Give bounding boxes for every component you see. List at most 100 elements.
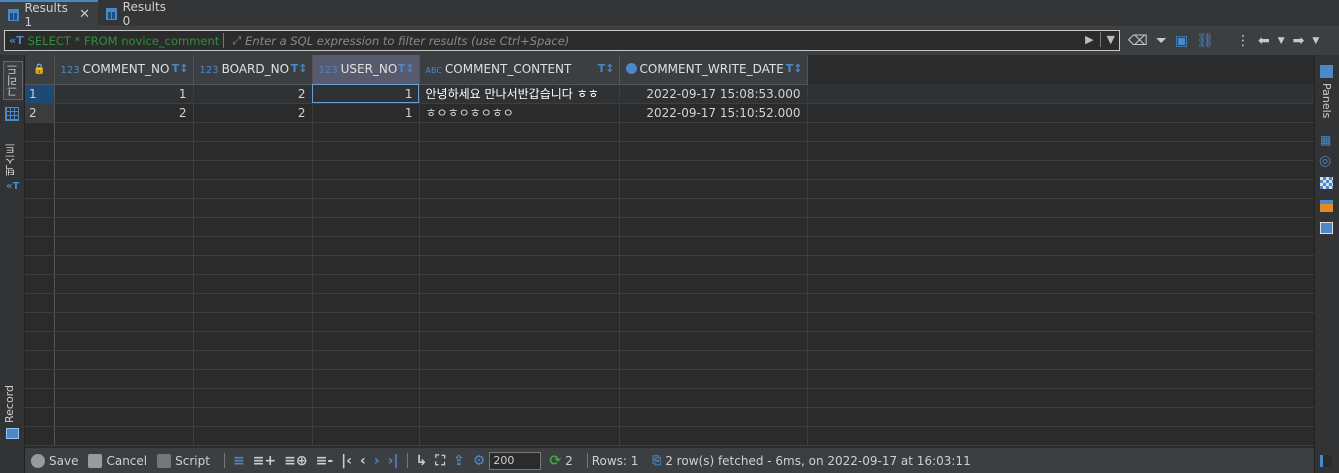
empty-cell (619, 312, 808, 332)
cell-user-no[interactable]: 1 (312, 84, 420, 104)
cell-comment-no[interactable]: 2 (54, 103, 194, 123)
edit-row-icon[interactable]: ≡ (233, 453, 245, 469)
empty-cell (54, 141, 194, 161)
fetch-size-input[interactable] (489, 451, 542, 470)
save-button[interactable]: Save (31, 453, 78, 468)
fetch-next-icon[interactable]: ↳ (416, 453, 428, 469)
empty-cell (807, 160, 1314, 180)
empty-cell (25, 426, 55, 446)
filter-settings-icon[interactable]: ▣ (1175, 33, 1188, 49)
grid-icon (106, 7, 117, 20)
empty-row (25, 312, 1314, 332)
settings-icon[interactable]: ⚙ (473, 453, 486, 469)
copy-row-icon[interactable]: ≡⊕ (284, 453, 307, 469)
cell-comment-content[interactable]: ㅎㅇㅎㅇㅎㅇㅎㅇ (419, 103, 620, 123)
cell-comment-write-date[interactable]: 2022-09-17 15:10:52.000 (619, 103, 808, 123)
tab-results-1[interactable]: Results 1 ✕ (0, 0, 98, 29)
metadata-icon[interactable] (1320, 200, 1333, 212)
header-filler (807, 55, 1314, 84)
empty-cell (312, 274, 420, 294)
statistics-icon[interactable]: ⎘ (652, 454, 661, 468)
filter-icon[interactable]: ⏷ (1156, 33, 1167, 49)
cancel-button[interactable]: Cancel (88, 453, 147, 468)
row-number[interactable]: 1 (25, 84, 55, 104)
filter-sort-icon[interactable]: T↕ (598, 62, 615, 75)
expand-icon[interactable]: ⤢ (232, 34, 241, 48)
forward-arrow-icon[interactable]: ➡ (1293, 33, 1305, 49)
cell-board-no[interactable]: 2 (193, 103, 313, 123)
first-page-icon[interactable]: |‹ (341, 453, 352, 469)
add-row-icon[interactable]: ≡+ (253, 453, 276, 469)
record-button[interactable]: Record (3, 385, 16, 423)
cell-comment-write-date[interactable]: 2022-09-17 15:08:53.000 (619, 84, 808, 104)
empty-cell (419, 331, 620, 351)
tab-results-0[interactable]: Results 0 (98, 0, 178, 28)
results-grid[interactable]: 🔒 123 COMMENT_NO T↕ 123 BOARD_NO T↕ 123 USER_… (25, 55, 1314, 448)
empty-cell (807, 312, 1314, 332)
link-icon[interactable]: ⛓ (1196, 33, 1214, 49)
text-view-button[interactable]: 텍스트 (3, 143, 19, 176)
filter-sort-icon[interactable]: T↕ (786, 62, 803, 75)
layout-toggle-icon[interactable] (1320, 455, 1332, 467)
cell-board-no[interactable]: 2 (193, 84, 313, 104)
close-icon[interactable]: ✕ (79, 7, 90, 22)
empty-row (25, 331, 1314, 351)
empty-cell (419, 122, 620, 142)
filter-input[interactable]: «T SELECT * FROM novice_comment ⤢ Enter … (4, 30, 1120, 51)
cell-comment-content[interactable]: 안녕하세요 만나서반갑습니다 ㅎㅎ (419, 84, 620, 104)
grid-view-button[interactable]: 그리드 (3, 61, 23, 100)
table-row[interactable]: 1 1 2 1 안녕하세요 만나서반갑습니다 ㅎㅎ 2022-09-17 15:… (25, 84, 1314, 104)
delete-row-icon[interactable]: ≡- (316, 453, 334, 469)
filter-sort-icon[interactable]: T↕ (398, 62, 415, 75)
column-header-comment-write-date[interactable]: COMMENT_WRITE_DATE T↕ (619, 55, 808, 85)
empty-cell (54, 217, 194, 237)
properties-icon[interactable]: ▦ (1320, 133, 1331, 147)
references-icon[interactable] (1320, 222, 1333, 234)
divider (406, 453, 408, 468)
cell-comment-no[interactable]: 1 (54, 84, 194, 104)
empty-cell (25, 160, 55, 180)
sql-icon: «T (9, 34, 24, 47)
empty-cell (193, 141, 313, 161)
filter-history-dropdown-icon[interactable]: ▼ (1107, 33, 1115, 46)
empty-cell (619, 274, 808, 294)
empty-cell (193, 388, 313, 408)
divider (1099, 32, 1101, 47)
empty-cell (312, 369, 420, 389)
next-icon[interactable]: › (374, 453, 380, 469)
panels-button[interactable]: Panels (1320, 83, 1333, 118)
cell-user-no[interactable]: 1 (312, 103, 420, 123)
empty-cell (619, 350, 808, 370)
empty-cell (25, 407, 55, 427)
column-header-comment-content[interactable]: ABC COMMENT_CONTENT T↕ (419, 55, 620, 85)
previous-icon[interactable]: ‹ (360, 453, 366, 469)
empty-cell (807, 179, 1314, 199)
refresh-icon[interactable]: ⟳ (549, 453, 561, 469)
table-row[interactable]: 2 2 2 1 ㅎㅇㅎㅇㅎㅇㅎㅇ 2022-09-17 15:10:52.000 (25, 103, 1314, 123)
column-header-user-no[interactable]: 123 USER_NO T↕ (312, 55, 420, 85)
empty-cell (54, 350, 194, 370)
calculator-icon[interactable]: ◎ (1319, 153, 1331, 169)
chevron-down-icon[interactable]: ▼ (1278, 36, 1285, 46)
empty-cell (193, 407, 313, 427)
chevron-down-icon[interactable]: ▼ (1312, 36, 1319, 46)
more-icon[interactable]: ⋮ (1236, 33, 1250, 49)
column-header-comment-no[interactable]: 123 COMMENT_NO T↕ (54, 55, 194, 85)
panels-label: Panels (1320, 83, 1333, 119)
filter-sort-icon[interactable]: T↕ (172, 62, 189, 75)
export-icon[interactable]: ⇪ (453, 453, 465, 469)
last-page-icon[interactable]: ›| (388, 453, 399, 469)
column-name: BOARD_NO (221, 62, 290, 77)
filter-sort-icon[interactable]: T↕ (291, 62, 308, 75)
row-number[interactable]: 2 (25, 103, 55, 123)
column-header-board-no[interactable]: 123 BOARD_NO T↕ (193, 55, 313, 85)
fetch-all-icon[interactable]: ⛶ (435, 453, 445, 469)
panels-icon[interactable] (1320, 65, 1333, 78)
grouping-icon[interactable] (1320, 177, 1333, 189)
script-button[interactable]: Script (157, 453, 210, 468)
empty-row (25, 426, 1314, 446)
apply-filter-icon[interactable]: ▶ (1085, 33, 1093, 46)
back-arrow-icon[interactable]: ⬅ (1258, 33, 1270, 49)
eraser-icon[interactable]: ⌫ (1128, 33, 1148, 49)
empty-cell (193, 331, 313, 351)
